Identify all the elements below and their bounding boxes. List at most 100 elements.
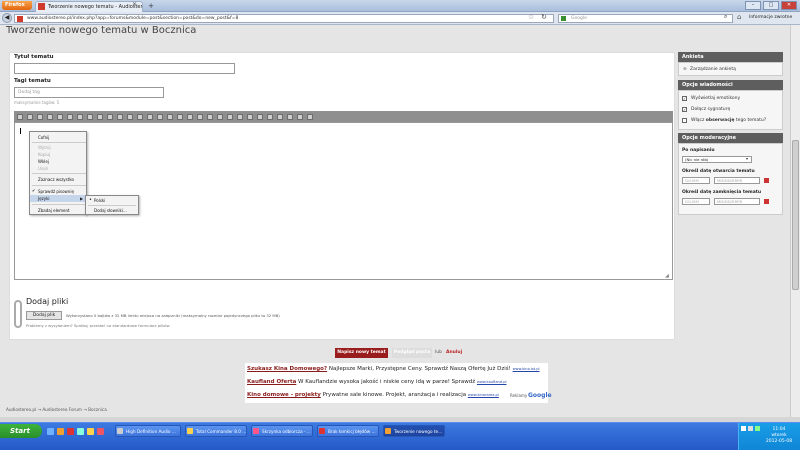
taskbar-item[interactable]: Brak łamkicj błędów ... xyxy=(317,425,379,437)
volume-icon[interactable] xyxy=(748,426,753,431)
network-icon[interactable] xyxy=(741,426,746,431)
paste-icon[interactable] xyxy=(27,113,33,120)
menu-undo[interactable]: Cofnij xyxy=(30,134,88,141)
menu-cut[interactable]: Wytnij xyxy=(30,144,88,151)
opera-icon[interactable] xyxy=(67,428,74,435)
bookmark-star-icon[interactable]: ☆ xyxy=(528,13,534,21)
taskbar-item-active[interactable]: Tworzenie nowego te... xyxy=(383,425,445,437)
breadcrumb[interactable]: Audiostereo.pl → Audiostereo Forum → Boc… xyxy=(6,407,107,412)
close-date-input[interactable]: MM/DD/RRRR xyxy=(714,198,760,205)
home-icon[interactable]: ⌂ xyxy=(737,13,741,21)
quote-icon[interactable] xyxy=(267,113,273,120)
topic-title-input[interactable] xyxy=(14,63,235,74)
redo-icon[interactable] xyxy=(57,113,63,120)
firefox-menu-button[interactable]: Firefox xyxy=(2,1,32,10)
media-icon[interactable] xyxy=(77,428,84,435)
feedback-button[interactable]: Informacje zwrotne xyxy=(749,14,792,22)
search-icon[interactable]: ⌕ xyxy=(724,13,727,21)
emoticons-checkbox[interactable]: ✓ xyxy=(682,96,687,101)
submit-topic-button[interactable]: Napisz nowy temat xyxy=(335,348,388,358)
opera-icon xyxy=(319,428,325,434)
back-arrow-icon[interactable]: ◀ xyxy=(2,13,12,23)
font-color-icon[interactable] xyxy=(297,113,303,120)
submenu-add-dictionaries[interactable]: Dodaj słowniki... xyxy=(86,207,138,214)
paste-text-icon[interactable] xyxy=(37,113,43,120)
paste-word-icon[interactable] xyxy=(117,113,123,120)
follow-checkbox[interactable] xyxy=(682,118,687,123)
source-icon[interactable] xyxy=(17,113,23,120)
font-size-icon[interactable] xyxy=(307,113,313,120)
undo-icon[interactable] xyxy=(47,113,53,120)
google-logo[interactable]: Google xyxy=(528,392,552,399)
indent-icon[interactable] xyxy=(227,113,233,120)
search-input[interactable]: Google xyxy=(558,14,733,23)
close-date-label: Określ datę zamknięcia tematu xyxy=(682,190,762,195)
ie-icon[interactable] xyxy=(47,428,54,435)
preview-post-button[interactable]: Podgląd posta xyxy=(392,348,432,358)
folder-icon[interactable] xyxy=(87,428,94,435)
emoticon-icon[interactable] xyxy=(257,113,263,120)
url-bar[interactable]: www.audiostereo.pl/index.php?app=forums&… xyxy=(14,14,554,23)
underline-icon[interactable] xyxy=(147,113,153,120)
code-icon[interactable] xyxy=(277,113,283,120)
menu-select-all[interactable]: Zaznacz wszystko xyxy=(30,176,88,183)
align-left-icon[interactable] xyxy=(177,113,183,120)
start-button[interactable]: Start xyxy=(0,424,42,438)
folder-icon xyxy=(187,428,193,434)
minimize-icon[interactable]: – xyxy=(745,1,761,10)
bold-icon[interactable] xyxy=(127,113,133,120)
outdent-icon[interactable] xyxy=(237,113,243,120)
cancel-link[interactable]: Anuluj xyxy=(446,350,462,355)
close-time-input[interactable]: GG:MM xyxy=(682,198,710,205)
close-window-icon[interactable]: ✕ xyxy=(781,1,797,10)
strike-icon[interactable] xyxy=(157,113,163,120)
image-icon[interactable] xyxy=(87,113,93,120)
maximize-icon[interactable]: □ xyxy=(763,1,779,10)
new-tab-button[interactable]: + xyxy=(146,2,156,10)
firefox-icon[interactable] xyxy=(57,428,64,435)
clock[interactable]: 11:04 wtorek 2012-05-08 xyxy=(760,427,798,445)
menu-inspect-element[interactable]: Zbadaj element xyxy=(30,207,88,214)
spoiler-icon[interactable] xyxy=(287,113,293,120)
manage-poll-link[interactable]: Zarządzanie ankietą xyxy=(690,67,736,72)
resize-grip-icon[interactable]: ◢ xyxy=(665,273,669,279)
numbered-list-icon[interactable] xyxy=(217,113,223,120)
open-time-input[interactable]: GG:MM xyxy=(682,177,710,184)
signature-checkbox[interactable]: ✓ xyxy=(682,107,687,112)
close-tab-icon[interactable]: ✕ xyxy=(132,1,137,8)
copy-icon[interactable] xyxy=(107,113,113,120)
calendar-icon[interactable] xyxy=(764,199,769,204)
taskbar-item[interactable]: Skrzynka odbiorcza - ... xyxy=(251,425,313,437)
unlink-icon[interactable] xyxy=(77,113,83,120)
scrollbar-thumb[interactable] xyxy=(792,140,799,290)
submenu-polish[interactable]: Polski xyxy=(86,197,138,204)
list-icon[interactable] xyxy=(207,113,213,120)
menu-copy[interactable]: Kopiuj xyxy=(30,151,88,158)
remove-format-icon[interactable] xyxy=(167,113,173,120)
paperclip-icon xyxy=(14,300,22,328)
browser-tab[interactable]: Tworzenie nowego tematu - Audiostereo.pl xyxy=(35,1,143,12)
reload-icon[interactable]: ↻ xyxy=(541,13,547,21)
topic-tags-input[interactable]: Dodaj tag xyxy=(14,87,164,98)
align-center-icon[interactable] xyxy=(187,113,193,120)
after-posting-select[interactable]: (Nic nie rób) xyxy=(682,156,752,163)
ad-item[interactable]: Kaufland Oferta W Kauflandzie wysoka jak… xyxy=(247,379,507,385)
menu-spellcheck[interactable]: Sprawdź pisownię xyxy=(30,188,88,195)
window-controls: – □ ✕ xyxy=(745,1,797,10)
ad-item[interactable]: Szukasz Kina Domowego? Najlepsze Marki, … xyxy=(247,366,540,372)
calendar-icon[interactable] xyxy=(764,178,769,183)
taskbar-item[interactable]: High Definition Audio ... xyxy=(115,425,181,437)
ad-item[interactable]: Kino domowe - projekty Prywatne sale kin… xyxy=(247,392,499,398)
link-icon[interactable] xyxy=(67,113,73,120)
open-date-input[interactable]: MM/DD/RRRR xyxy=(714,177,760,184)
app-icon[interactable] xyxy=(97,428,104,435)
menu-paste[interactable]: Wklej xyxy=(30,158,88,165)
cut-icon[interactable] xyxy=(97,113,103,120)
taskbar-item[interactable]: Total Commander 8.0 ... xyxy=(185,425,247,437)
menu-separator xyxy=(32,173,86,174)
add-file-button[interactable]: Dodaj plik xyxy=(26,311,62,320)
align-right-icon[interactable] xyxy=(197,113,203,120)
italic-icon[interactable] xyxy=(137,113,143,120)
table-icon[interactable] xyxy=(247,113,253,120)
menu-delete[interactable]: Usuń xyxy=(30,165,88,172)
